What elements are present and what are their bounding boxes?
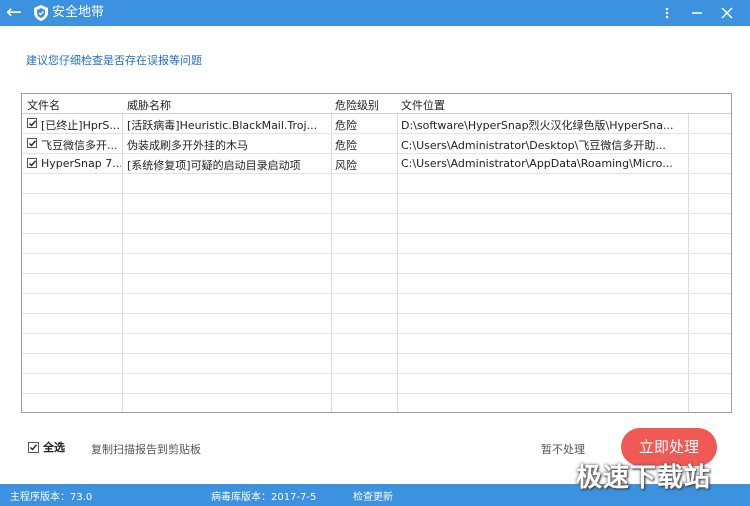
row-file-location: C:\Users\Administrator\AppData\Roaming\M… [401,157,673,170]
table-row[interactable]: [已终止]HprS... [活跃病毒]Heuristic.BlackMail.T… [22,114,731,134]
row-danger-level: 危险 [335,119,357,132]
row-danger-level: 风险 [335,159,357,172]
column-header-threat[interactable]: 威胁名称 [127,97,171,113]
row-checkbox[interactable] [27,138,37,148]
row-file-location: D:\software\HyperSnap烈火汉化绿色版\HyperSna... [401,119,674,132]
back-arrow-icon[interactable]: ← [4,2,24,24]
title-bar: ← 安全地带 [0,0,750,26]
virus-db-version: 病毒库版本：2017-7-5 [211,492,317,503]
empty-row [22,294,731,314]
row-threat-name: [系统修复项]可疑的启动目录启动项 [127,159,301,172]
empty-row [22,394,731,412]
row-filename: [已终止]HprS... [41,119,120,132]
empty-row [22,214,731,234]
copy-report-link[interactable]: 复制扫描报告到剪贴板 [91,441,201,457]
row-checkbox[interactable] [27,158,37,168]
empty-row [22,254,731,274]
program-version: 主程序版本：73.0 [10,492,93,503]
close-icon[interactable] [716,3,738,23]
row-danger-level: 危险 [335,139,357,152]
row-threat-name: 伪装成刷多开外挂的木马 [127,139,248,152]
empty-row [22,374,731,394]
empty-row [22,194,731,214]
select-all-label[interactable]: 全选 [43,439,65,455]
select-all-checkbox[interactable] [28,442,39,453]
column-header-level[interactable]: 危险级别 [335,97,379,113]
empty-row [22,354,731,374]
table-header: 文件名 威胁名称 危险级别 文件位置 [22,94,731,114]
threat-table: 文件名 威胁名称 危险级别 文件位置 [已终止]HprS... [活跃病毒]He… [21,93,732,413]
empty-row [22,234,731,254]
row-threat-name: [活跃病毒]Heuristic.BlackMail.Troj... [127,119,318,132]
column-header-filename[interactable]: 文件名 [27,97,60,113]
table-row[interactable]: 飞豆微信多开... 伪装成刷多开外挂的木马 危险 C:\Users\Admini… [22,134,731,154]
minimize-icon[interactable] [686,3,708,23]
empty-row [22,274,731,294]
review-hint-text: 建议您仔细检查是否存在误报等问题 [26,54,202,67]
skip-button[interactable]: 暂不处理 [541,441,585,457]
empty-row [22,314,731,334]
row-filename: HyperSnap 7... [41,157,121,170]
table-row[interactable]: HyperSnap 7... [系统修复项]可疑的启动目录启动项 风险 C:\U… [22,154,731,174]
empty-row [22,174,731,194]
check-update-link[interactable]: 检查更新 [353,488,393,503]
row-checkbox[interactable] [27,118,37,128]
menu-icon[interactable] [656,3,678,23]
row-file-location: C:\Users\Administrator\Desktop\飞豆微信多开助..… [401,139,666,152]
empty-row [22,334,731,354]
window-title: 安全地带 [52,5,105,20]
row-filename: 飞豆微信多开... [41,139,118,152]
column-header-location[interactable]: 文件位置 [401,97,445,113]
watermark: 极速下载站 [576,463,712,493]
shield-icon [34,5,48,21]
